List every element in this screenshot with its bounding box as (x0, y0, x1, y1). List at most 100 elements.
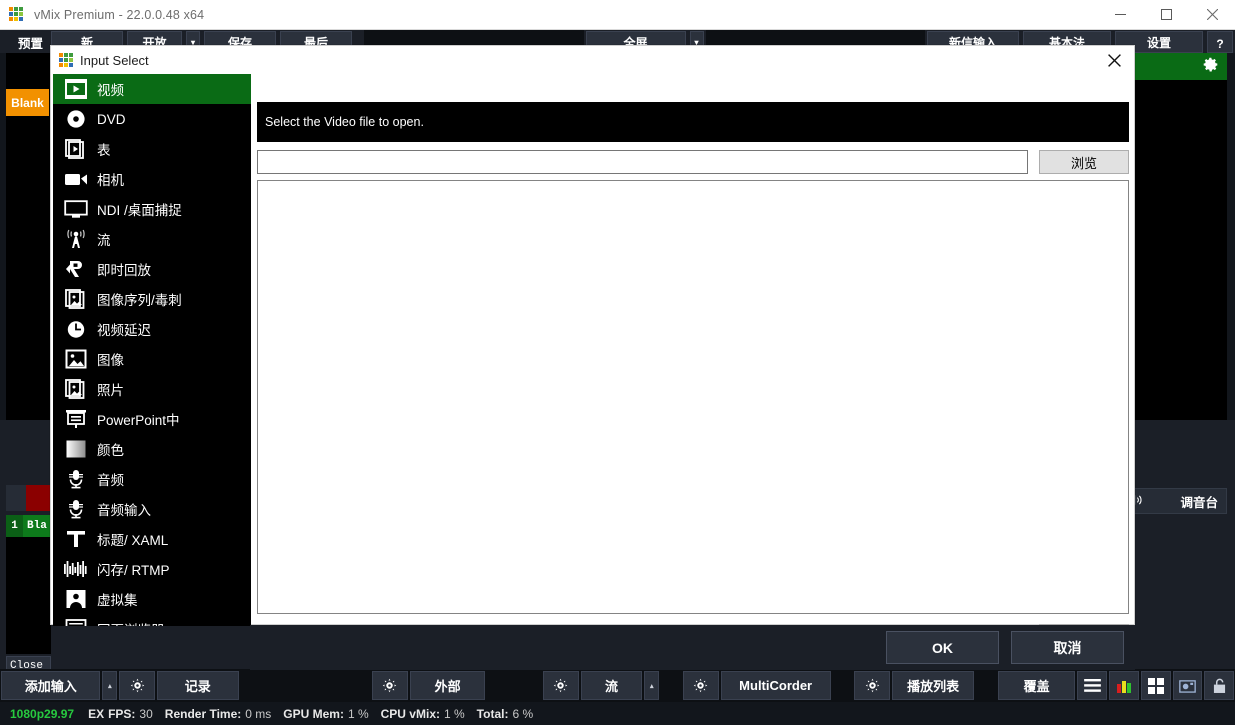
input-type-item-color[interactable]: 颜色 (53, 434, 251, 464)
status-gpumem-key: GPU Mem: (283, 706, 344, 721)
input-type-item-powerpoint[interactable]: PowerPoint中 (53, 404, 251, 434)
playlist-button[interactable]: 播放列表 (892, 671, 975, 700)
grid-icon[interactable] (1140, 671, 1171, 700)
image-icon (63, 346, 89, 372)
external-settings-gear-icon[interactable] (372, 671, 408, 700)
input-type-item-stream[interactable]: 流 (53, 224, 251, 254)
stream-settings-gear-icon[interactable] (542, 671, 579, 700)
dialog-title-bar: Input Select (51, 46, 1134, 74)
text-t-icon (63, 526, 89, 552)
status-gpumem-value: 1 % (347, 706, 369, 721)
input-type-item-camera[interactable]: 相机 (53, 164, 251, 194)
cancel-button[interactable]: 取消 (1011, 631, 1124, 664)
film-play-icon (63, 76, 89, 102)
input-type-item-virtual-set[interactable]: 虚拟集 (53, 584, 251, 614)
input-type-label: 视频延迟 (97, 323, 151, 338)
presentation-icon (63, 406, 89, 432)
external-button[interactable]: 外部 (409, 671, 486, 700)
playlist-settings-gear-icon[interactable] (854, 671, 891, 700)
vmix-logo-icon (59, 53, 73, 67)
input-type-label: 表 (97, 143, 111, 158)
file-list-box[interactable] (257, 180, 1129, 614)
input-thumb-preview[interactable] (6, 537, 51, 654)
record-settings-gear-icon[interactable] (119, 671, 155, 700)
photos-icon (63, 376, 89, 402)
input-type-item-image[interactable]: 图像 (53, 344, 251, 374)
bottom-toolbar: 添加输入 ▴ 记录 外部 流 ▴ MultiCorder 播放列表 覆盖 (0, 669, 1235, 702)
input-type-item-photos[interactable]: 照片 (53, 374, 251, 404)
camcorder-icon (63, 166, 89, 192)
input-type-item-web-browser[interactable]: 网页浏览器 (53, 614, 251, 626)
toolbar-help-button[interactable]: ? (1207, 31, 1234, 53)
dialog-body: 视频 DVD 表 相机 NDI /桌面捕捉 流 即时回放 图像序列/毒刺 视频延… (51, 74, 1136, 647)
status-cpu-value: 1 % (443, 706, 465, 721)
program-panel[interactable] (1127, 53, 1227, 420)
input-type-item-audio-input[interactable]: 音频输入 (53, 494, 251, 524)
record-button[interactable]: 记录 (156, 671, 239, 700)
file-path-input[interactable] (257, 150, 1028, 174)
file-path-row: 浏览 (257, 150, 1129, 174)
dialog-close-icon[interactable] (1094, 46, 1134, 74)
window-title-bar: vMix Premium - 22.0.0.48 x64 (0, 0, 1235, 30)
add-input-caret[interactable]: ▴ (102, 671, 118, 700)
status-ex: EX (88, 706, 105, 721)
stream-caret[interactable]: ▴ (644, 671, 660, 700)
image-stack-icon (63, 286, 89, 312)
microphone-icon (63, 466, 89, 492)
multicorder-button[interactable]: MultiCorder (720, 671, 831, 700)
add-input-button[interactable]: 添加输入 (1, 671, 101, 700)
person-icon (63, 586, 89, 612)
input-thumb-tab[interactable] (6, 485, 26, 511)
input-type-label: 照片 (97, 383, 124, 398)
gear-icon[interactable] (1202, 56, 1219, 78)
lock-icon[interactable] (1204, 671, 1235, 700)
app-root: vMix Premium - 22.0.0.48 x64 预置 新 开放 ▾ 保… (0, 0, 1235, 725)
status-total-key: Total: (476, 706, 509, 721)
input-type-item-image-sequence[interactable]: 图像序列/毒刺 (53, 284, 251, 314)
stream-button[interactable]: 流 (580, 671, 643, 700)
input-thumb-number: 1 (6, 515, 23, 537)
maximize-button[interactable] (1143, 0, 1189, 30)
replay-r-icon (63, 256, 89, 282)
input-type-item-dvd[interactable]: DVD (53, 104, 251, 134)
status-render-value: 0 ms (245, 706, 272, 721)
input-type-label: 流 (97, 233, 111, 248)
input-type-label: NDI /桌面捕捉 (97, 203, 182, 218)
status-total-value: 6 % (512, 706, 534, 721)
status-cpu-key: CPU vMix: (380, 706, 440, 721)
multicorder-settings-gear-icon[interactable] (682, 671, 719, 700)
input-type-item-ndi-desktop[interactable]: NDI /桌面捕捉 (53, 194, 251, 224)
status-fps-value: 30 (139, 706, 153, 721)
audio-meter-icon[interactable] (1109, 671, 1139, 700)
input-type-label: 即时回放 (97, 263, 151, 278)
input-thumb-record-indicator (26, 485, 51, 511)
input-thumb-title[interactable]: 1 Bla (6, 515, 51, 537)
input-type-item-video[interactable]: 视频 (53, 74, 251, 104)
input-type-item-flash-rtmp[interactable]: 闪存/ RTMP (53, 554, 251, 584)
input-type-list: 视频 DVD 表 相机 NDI /桌面捕捉 流 即时回放 图像序列/毒刺 视频延… (53, 74, 251, 626)
input-type-label: 闪存/ RTMP (97, 563, 170, 578)
input-type-label: 网页浏览器 (97, 619, 165, 626)
status-bar: 1080p29.97 EX FPS: 30 Render Time: 0 ms … (0, 702, 1235, 725)
input-type-item-title-xaml[interactable]: 标题/ XAML (53, 524, 251, 554)
input-type-item-list[interactable]: 表 (53, 134, 251, 164)
monitor-icon (63, 196, 89, 222)
minimize-button[interactable] (1097, 0, 1143, 30)
input-thumb-name: Bla (27, 520, 47, 532)
input-type-item-video-delay[interactable]: 视频延迟 (53, 314, 251, 344)
hamburger-icon[interactable] (1077, 671, 1108, 700)
browse-button[interactable]: 浏览 (1039, 150, 1129, 174)
ok-button[interactable]: OK (886, 631, 999, 664)
overlay-button[interactable]: 覆盖 (997, 671, 1076, 700)
input-type-label: 颜色 (97, 443, 124, 458)
status-fps-key: FPS: (108, 706, 136, 721)
input-type-label: 音频输入 (97, 503, 151, 518)
camera-icon[interactable] (1172, 671, 1203, 700)
status-render-key: Render Time: (164, 706, 242, 721)
close-button[interactable] (1189, 0, 1235, 30)
input-type-item-audio[interactable]: 音频 (53, 464, 251, 494)
input-select-dialog: Input Select 视频 DVD 表 相机 NDI /桌面捕捉 流 即时回… (50, 45, 1136, 647)
input-type-label: 音频 (97, 473, 124, 488)
input-type-label: DVD (97, 111, 126, 127)
input-type-item-instant-replay[interactable]: 即时回放 (53, 254, 251, 284)
